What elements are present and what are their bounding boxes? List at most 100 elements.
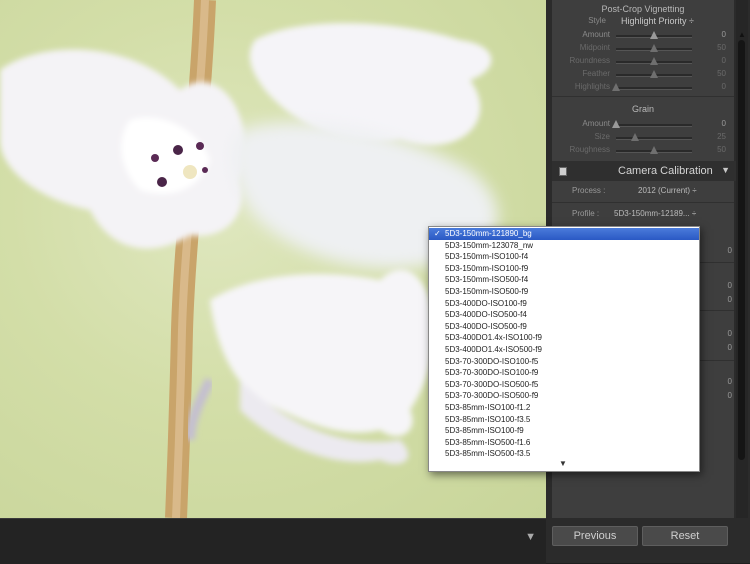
blue-hue-value: 0	[727, 377, 732, 386]
slider-value: 0	[721, 30, 726, 39]
menu-item[interactable]: 5D3-150mm-ISO500-f4	[429, 274, 699, 286]
profile-select[interactable]: 5D3-150mm-12189... ÷	[614, 209, 696, 218]
slider-knob[interactable]	[650, 44, 658, 52]
slider-row[interactable]: Roughness 50	[552, 145, 734, 156]
slider-row[interactable]: Amount 0	[552, 119, 734, 130]
slider-row[interactable]: Highlights 0	[552, 82, 734, 93]
panel-switch-icon[interactable]	[559, 167, 567, 176]
menu-item[interactable]: 5D3-85mm-ISO100-f3.5	[429, 414, 699, 426]
profile-row[interactable]: Profile : 5D3-150mm-12189... ÷	[552, 209, 734, 221]
menu-item-label: 5D3-85mm-ISO100-f9	[445, 426, 524, 436]
slider-value: 50	[717, 145, 726, 154]
divider	[552, 202, 734, 203]
process-label: Process :	[572, 186, 606, 195]
slider-knob[interactable]	[650, 57, 658, 65]
vignette-style-row[interactable]: Style Highlight Priority ÷	[552, 16, 734, 27]
previous-button[interactable]: Previous	[552, 526, 638, 546]
menu-item-label: 5D3-400DO1.4x-ISO500-f9	[445, 345, 542, 354]
slider-track[interactable]	[616, 137, 692, 140]
menu-item-label: 5D3-150mm-ISO500-f9	[445, 287, 529, 296]
reset-button[interactable]: Reset	[642, 526, 728, 546]
menu-item[interactable]: 5D3-400DO1.4x-ISO100-f9	[429, 332, 699, 344]
menu-item-label: 5D3-85mm-ISO100-f3.5	[445, 414, 531, 424]
slider-label: Roundness	[569, 56, 610, 65]
slider-track[interactable]	[616, 124, 692, 127]
camera-calibration-header[interactable]: Camera Calibration ▼	[552, 161, 748, 181]
blue-saturation-value: 0	[727, 391, 732, 400]
slider-row[interactable]: Midpoint 50	[552, 43, 734, 54]
slider-knob[interactable]	[650, 31, 658, 39]
menu-item-label: 5D3-400DO-ISO100-f9	[445, 298, 527, 308]
slider-value: 50	[717, 43, 726, 52]
menu-item[interactable]: 5D3-85mm-ISO500-f1.6	[429, 437, 699, 449]
vignetting-title: Post-Crop Vignetting	[601, 4, 685, 14]
menu-item[interactable]: 5D3-150mm-ISO100-f9	[429, 263, 699, 275]
menu-item[interactable]: 5D3-400DO-ISO500-f4	[429, 309, 699, 321]
menu-item[interactable]: 5D3-150mm-ISO500-f9	[429, 286, 699, 298]
slider-knob[interactable]	[612, 120, 620, 128]
slider-label: Size	[594, 132, 610, 141]
menu-item-label: 5D3-70-300DO-ISO100-f9	[445, 368, 539, 378]
menu-item-label: 5D3-150mm-ISO100-f4	[445, 252, 529, 262]
slider-label: Amount	[582, 119, 610, 128]
scroll-up-icon[interactable]: ▲	[738, 30, 746, 39]
menu-item-label: 5D3-400DO-ISO500-f9	[445, 321, 527, 331]
style-select[interactable]: Highlight Priority ÷	[621, 16, 694, 26]
menu-item[interactable]: 5D3-85mm-ISO100-f1.2	[429, 402, 699, 414]
menu-item[interactable]: 5D3-70-300DO-ISO100-f9	[429, 367, 699, 379]
menu-item[interactable]: 5D3-150mm-123078_nw	[429, 240, 699, 252]
toolbar-dropdown-icon[interactable]: ▼	[525, 531, 536, 543]
slider-knob[interactable]	[612, 83, 620, 91]
slider-knob[interactable]	[631, 133, 639, 141]
menu-scroll-down-icon[interactable]: ▼	[559, 459, 567, 468]
slider-row[interactable]: Amount 0	[552, 30, 734, 41]
menu-item-label: 5D3-400DO-ISO500-f4	[445, 310, 527, 320]
menu-item[interactable]: 5D3-150mm-ISO100-f4	[429, 251, 699, 263]
menu-item[interactable]: 5D3-70-300DO-ISO500-f9	[429, 390, 699, 402]
slider-knob[interactable]	[650, 70, 658, 78]
collapse-triangle-icon[interactable]: ▼	[721, 165, 730, 175]
menu-item[interactable]: 5D3-400DO1.4x-ISO500-f9	[429, 344, 699, 356]
calibration-title: Camera Calibration	[618, 165, 713, 177]
slider-label: Amount	[582, 30, 610, 39]
style-label: Style	[588, 16, 606, 25]
shadows-tint-value: 0	[727, 246, 732, 255]
menu-item[interactable]: 5D3-85mm-ISO100-f9	[429, 425, 699, 437]
scrollbar-thumb[interactable]	[738, 40, 745, 460]
menu-item-label: 5D3-85mm-ISO500-f3.5	[445, 449, 531, 459]
slider-knob[interactable]	[650, 146, 658, 154]
slider-value: 0	[721, 119, 726, 128]
filmstrip-toolbar: ▼	[0, 518, 546, 564]
red-saturation-value: 0	[727, 295, 732, 304]
menu-item[interactable]: 5D3-70-300DO-ISO500-f5	[429, 379, 699, 391]
panel-scrollbar[interactable]: ▲	[736, 0, 748, 518]
slider-value: 0	[721, 82, 726, 91]
slider-track[interactable]	[616, 87, 692, 90]
green-hue-value: 0	[727, 329, 732, 338]
profile-dropdown-menu[interactable]: ✓ 5D3-150mm-121890_bg 5D3-150mm-123078_nw 5…	[428, 226, 700, 472]
menu-item-label: 5D3-400DO1.4x-ISO100-f9	[445, 333, 542, 343]
slider-value: 0	[721, 56, 726, 65]
slider-row[interactable]: Size 25	[552, 132, 734, 143]
menu-item-label: 5D3-85mm-ISO500-f1.6	[445, 437, 531, 447]
menu-item-label: 5D3-85mm-ISO100-f1.2	[445, 403, 531, 412]
process-row[interactable]: Process : 2012 (Current) ÷	[552, 186, 734, 198]
slider-label: Feather	[582, 69, 610, 78]
profile-label: Profile :	[572, 209, 600, 218]
menu-item-label: 5D3-150mm-123078_nw	[445, 240, 534, 250]
slider-row[interactable]: Roundness 0	[552, 56, 734, 67]
menu-item-label: 5D3-70-300DO-ISO500-f9	[445, 391, 539, 401]
grain-title: Grain	[631, 104, 654, 114]
menu-item-label: 5D3-150mm-ISO100-f9	[445, 263, 529, 273]
green-saturation-value: 0	[727, 343, 732, 352]
slider-label: Roughness	[569, 145, 610, 154]
menu-item[interactable]: 5D3-70-300DO-ISO100-f5	[429, 356, 699, 368]
menu-item[interactable]: 5D3-400DO-ISO100-f9	[429, 298, 699, 310]
checkmark-icon: ✓	[434, 229, 441, 238]
menu-item[interactable]: ✓ 5D3-150mm-121890_bg	[429, 228, 699, 240]
slider-row[interactable]: Feather 50	[552, 69, 734, 80]
slider-label: Highlights	[574, 82, 610, 91]
menu-item[interactable]: 5D3-400DO-ISO500-f9	[429, 321, 699, 333]
slider-label: Midpoint	[579, 43, 610, 52]
process-select[interactable]: 2012 (Current) ÷	[638, 186, 697, 195]
